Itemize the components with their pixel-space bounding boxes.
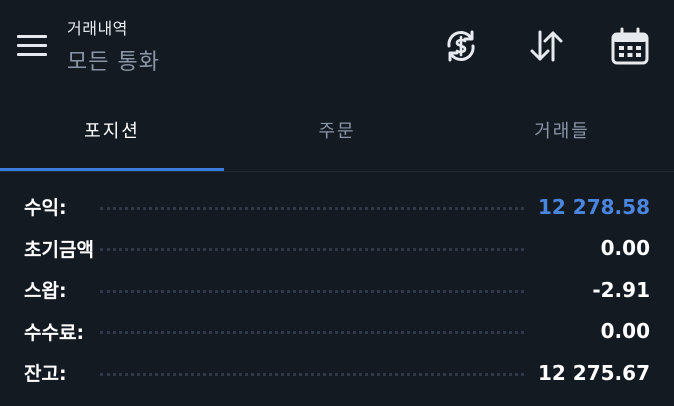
dotted-leader <box>100 206 524 210</box>
tab-deals[interactable]: 거래들 <box>450 92 674 172</box>
calendar-icon[interactable] <box>610 26 650 66</box>
summary-label: 잔고: <box>24 363 67 386</box>
summary-label: 수익: <box>24 197 67 220</box>
tab-positions[interactable]: 포지션 <box>0 92 224 172</box>
currency-exchange-icon[interactable] <box>441 26 481 66</box>
summary-row-profit: 수익: 12 278.58 <box>0 186 674 228</box>
summary-row-deposit: 초기금액 0.00 <box>0 228 674 270</box>
summary-label: 스왑: <box>24 280 67 303</box>
sort-arrows-icon[interactable] <box>526 26 566 66</box>
dotted-leader <box>100 248 524 252</box>
summary-list: 수익: 12 278.58 초기금액 0.00 스왑: -2.91 수수료: 0… <box>0 186 674 394</box>
menu-icon[interactable] <box>14 30 52 60</box>
summary-row-commission: 수수료: 0.00 <box>0 311 674 353</box>
app-header: 거래내역 모든 통화 <box>0 0 674 92</box>
page-subtitle: 거래내역 <box>67 19 128 38</box>
summary-value: 0.00 <box>600 236 650 261</box>
summary-row-balance: 잔고: 12 275.67 <box>0 352 674 394</box>
tab-orders[interactable]: 주문 <box>225 92 449 172</box>
dotted-leader <box>100 331 524 335</box>
summary-value: 0.00 <box>600 319 650 344</box>
dotted-leader <box>100 372 524 376</box>
summary-row-swap: 스왑: -2.91 <box>0 269 674 311</box>
dotted-leader <box>100 289 524 293</box>
tab-divider <box>0 171 674 172</box>
currency-filter-title[interactable]: 모든 통화 <box>67 44 160 76</box>
summary-value: 12 275.67 <box>538 360 650 385</box>
summary-value: 12 278.58 <box>538 194 650 219</box>
summary-label: 수수료: <box>24 321 85 344</box>
summary-label: 초기금액 <box>24 238 94 261</box>
tab-bar: 포지션 주문 거래들 <box>0 92 674 172</box>
summary-value: -2.91 <box>592 277 650 302</box>
